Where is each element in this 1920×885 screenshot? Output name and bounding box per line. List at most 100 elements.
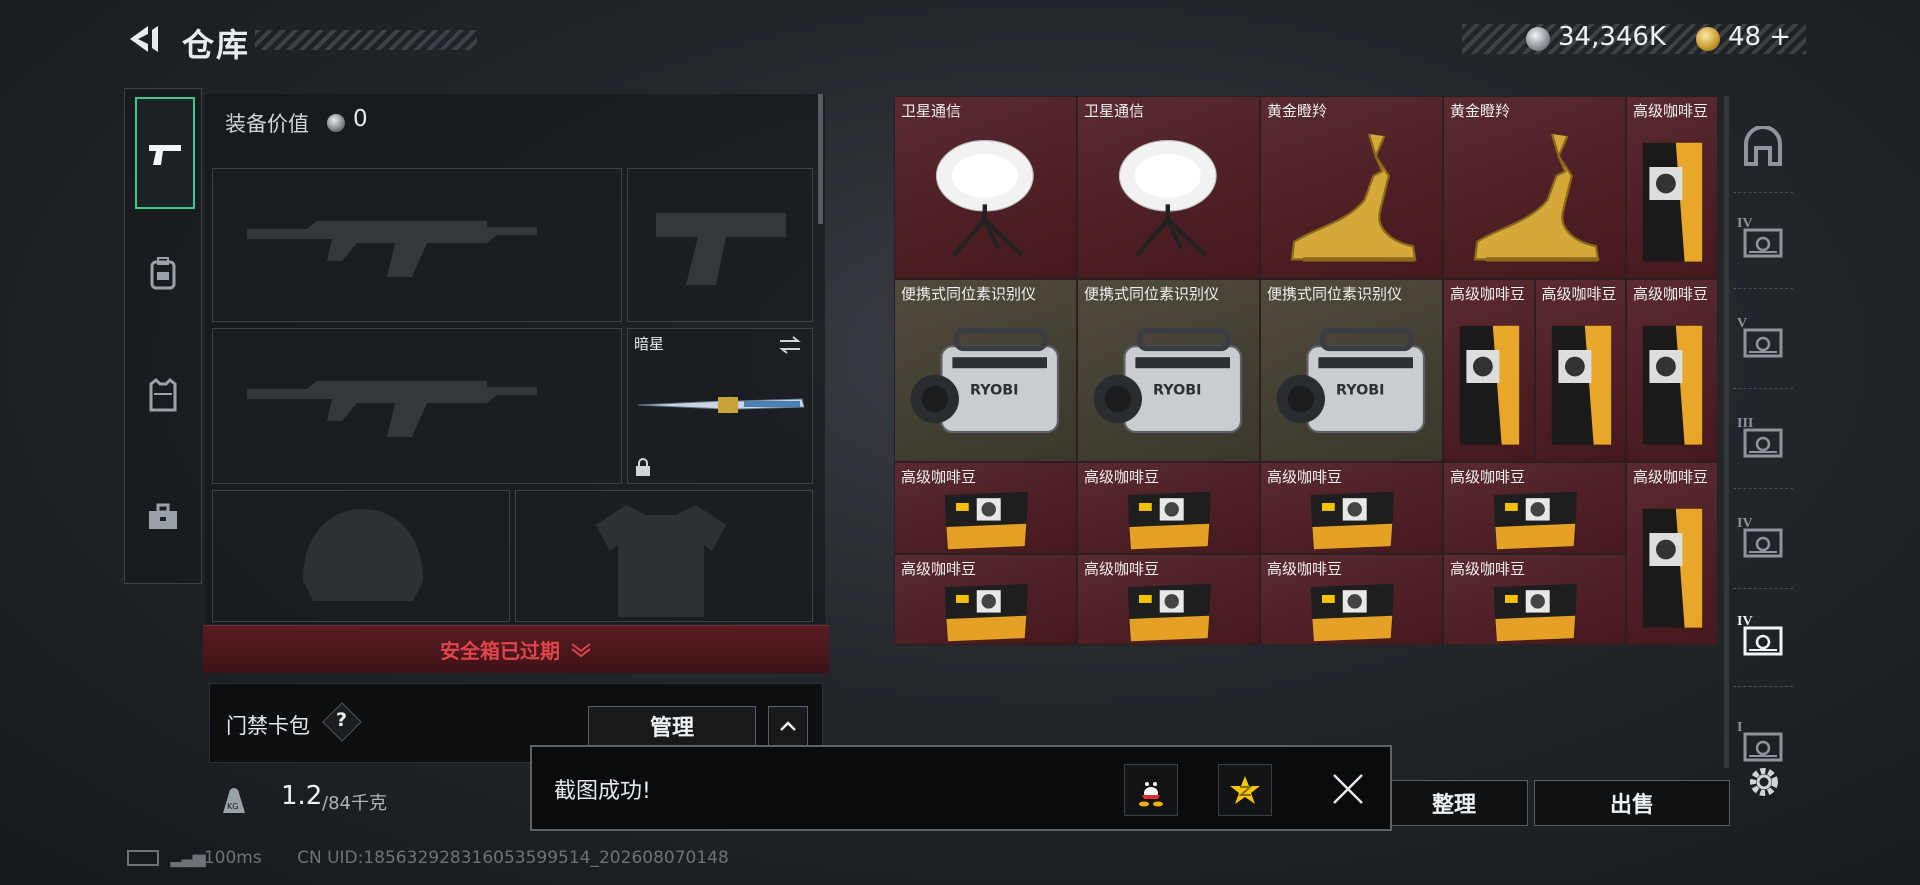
isotope-device-icon: RYOBI xyxy=(1087,322,1252,443)
item-name: 卫星通信 xyxy=(1084,102,1145,120)
tier-iii-case-icon[interactable]: III xyxy=(1735,412,1791,472)
grid-item-coffee-pack[interactable]: 高级咖啡豆 xyxy=(1077,553,1260,645)
qzone-star-icon xyxy=(1230,776,1260,804)
manage-button[interactable]: 管理 xyxy=(588,706,756,746)
primary-weapon-slot-2[interactable] xyxy=(212,328,622,484)
knife-icon xyxy=(637,396,805,414)
nav-weapons[interactable] xyxy=(135,97,195,209)
nav-vest[interactable] xyxy=(135,341,191,449)
coin-balance: 34,346K xyxy=(1558,22,1667,52)
grid-item-satellite-dish[interactable]: 卫星通信 xyxy=(894,96,1077,279)
equipment-panel: 装备价值 0 暗星 xyxy=(205,94,825,624)
grid-item-coffee-bag[interactable]: 高级咖啡豆 xyxy=(1443,279,1535,462)
weight-indicator: KG 1.2 /84千克 xyxy=(209,771,539,831)
panel-scrollbar[interactable] xyxy=(818,94,823,224)
grid-item-golden-gazelle[interactable]: 黄金瞪羚 xyxy=(1260,96,1443,279)
item-name: 高级咖啡豆 xyxy=(1267,559,1343,578)
grid-item-isotope-device[interactable]: 便携式同位素识别仪 RYOBI xyxy=(894,279,1077,462)
grid-item-coffee-pack[interactable]: 高级咖啡豆 xyxy=(894,462,1077,554)
grid-item-isotope-device[interactable]: 便携式同位素识别仪 RYOBI xyxy=(1077,279,1260,462)
tier-iv-pouch-active-icon[interactable]: IV xyxy=(1735,610,1791,670)
grid-item-coffee-bag[interactable]: 高级咖啡豆 xyxy=(1534,279,1626,462)
coffee-bag-icon xyxy=(1634,134,1711,266)
rifle-silhouette-icon xyxy=(247,381,537,437)
tier-label: IV xyxy=(1737,516,1753,531)
chevron-down-icon xyxy=(571,642,591,657)
grid-item-golden-gazelle[interactable]: 黄金瞪羚 xyxy=(1443,96,1626,279)
helmet-slot[interactable] xyxy=(212,490,510,622)
coffee-bag-icon xyxy=(1634,500,1711,632)
melee-name: 暗星 xyxy=(634,335,665,353)
svg-text:RYOBI: RYOBI xyxy=(1153,383,1201,399)
armor-silhouette-icon xyxy=(596,505,726,617)
back-arrow-icon xyxy=(130,26,158,52)
item-name: 高级咖啡豆 xyxy=(901,559,977,578)
item-name: 高级咖啡豆 xyxy=(1450,285,1526,303)
tier-iv-pouch-icon[interactable]: IV xyxy=(1735,512,1791,572)
pistol-silhouette-icon xyxy=(656,213,786,285)
back-button[interactable] xyxy=(124,22,160,56)
coffee-pack-icon xyxy=(1489,487,1582,553)
toolbox-icon xyxy=(149,503,177,529)
svg-text:RYOBI: RYOBI xyxy=(1336,383,1384,399)
grid-item-isotope-device[interactable]: 便携式同位素识别仪 RYOBI xyxy=(1260,279,1443,462)
keycard-label: 门禁卡包 xyxy=(226,714,310,738)
coffee-pack-icon xyxy=(1306,579,1399,645)
toast-message: 截图成功! xyxy=(554,779,651,804)
container-nav: IV V III IV IV I xyxy=(1727,96,1799,786)
grid-item-coffee-bag[interactable]: 高级咖啡豆 xyxy=(1626,96,1718,279)
helmet-silhouette-icon xyxy=(303,509,423,601)
grid-item-coffee-pack[interactable]: 高级咖啡豆 xyxy=(1077,462,1260,554)
backpack-icon xyxy=(150,257,176,290)
item-name: 黄金瞪羚 xyxy=(1267,102,1328,120)
share-qzone-button[interactable] xyxy=(1218,764,1272,816)
sell-button[interactable]: 出售 xyxy=(1534,780,1730,826)
tier-label: IV xyxy=(1737,614,1753,629)
coffee-pack-icon xyxy=(1489,579,1582,645)
tier-label: III xyxy=(1737,416,1754,431)
armor-slot[interactable] xyxy=(515,490,813,622)
coin-icon xyxy=(327,114,345,132)
grid-item-coffee-pack[interactable]: 高级咖啡豆 xyxy=(1260,462,1443,554)
nav-toolbox[interactable] xyxy=(135,463,191,571)
primary-weapon-slot[interactable] xyxy=(212,168,622,322)
isotope-device-icon: RYOBI xyxy=(904,322,1069,443)
grid-item-coffee-pack[interactable]: 高级咖啡豆 xyxy=(1260,553,1443,645)
grid-item-satellite-dish[interactable]: 卫星通信 xyxy=(1077,96,1260,279)
item-name: 便携式同位素识别仪 xyxy=(1267,285,1403,303)
melee-slot[interactable]: 暗星 xyxy=(627,328,813,484)
help-mark: ? xyxy=(336,709,348,731)
item-name: 高级咖啡豆 xyxy=(1633,102,1709,120)
settings-button[interactable] xyxy=(1744,762,1784,802)
tier-label: I xyxy=(1737,720,1743,735)
item-name: 便携式同位素识别仪 xyxy=(901,285,1037,303)
grid-item-coffee-pack[interactable]: 高级咖啡豆 xyxy=(1443,553,1626,645)
swap-icon[interactable] xyxy=(778,335,802,355)
coffee-bag-icon xyxy=(1543,317,1620,449)
tier-label: IV xyxy=(1737,216,1753,231)
item-name: 高级咖啡豆 xyxy=(1541,285,1617,303)
grid-item-coffee-pack[interactable]: 高级咖啡豆 xyxy=(894,553,1077,645)
tier-iv-case-icon[interactable]: IV xyxy=(1735,212,1791,272)
svg-text:RYOBI: RYOBI xyxy=(970,383,1018,399)
item-name: 高级咖啡豆 xyxy=(1084,559,1160,578)
vest-icon xyxy=(149,378,177,412)
safe-icon[interactable] xyxy=(1735,116,1791,176)
secondary-weapon-slot[interactable] xyxy=(627,168,813,322)
coffee-pack-icon xyxy=(1306,487,1399,553)
close-toast-button[interactable] xyxy=(1330,771,1366,807)
grid-item-coffee-bag[interactable]: 高级咖啡豆 xyxy=(1626,462,1718,645)
grid-item-coffee-pack[interactable]: 高级咖啡豆 xyxy=(1443,462,1626,554)
share-qq-button[interactable] xyxy=(1124,764,1178,816)
item-name: 便携式同位素识别仪 xyxy=(1084,285,1220,303)
sort-button[interactable]: 整理 xyxy=(1380,780,1528,826)
currency-bar: 34,346K 48 + xyxy=(1462,22,1806,54)
safe-box-expired-banner[interactable]: 安全箱已过期 xyxy=(203,625,829,673)
nav-backpack[interactable] xyxy=(135,219,191,327)
nav-divider xyxy=(1733,686,1793,687)
tier-v-case-icon[interactable]: V xyxy=(1735,312,1791,372)
grid-item-coffee-bag[interactable]: 高级咖啡豆 xyxy=(1626,279,1718,462)
uid-text: CN UID:18563292831605359951​4_2026080701… xyxy=(297,848,729,868)
collapse-button[interactable] xyxy=(768,706,808,746)
premium-balance[interactable]: 48 + xyxy=(1728,22,1791,52)
